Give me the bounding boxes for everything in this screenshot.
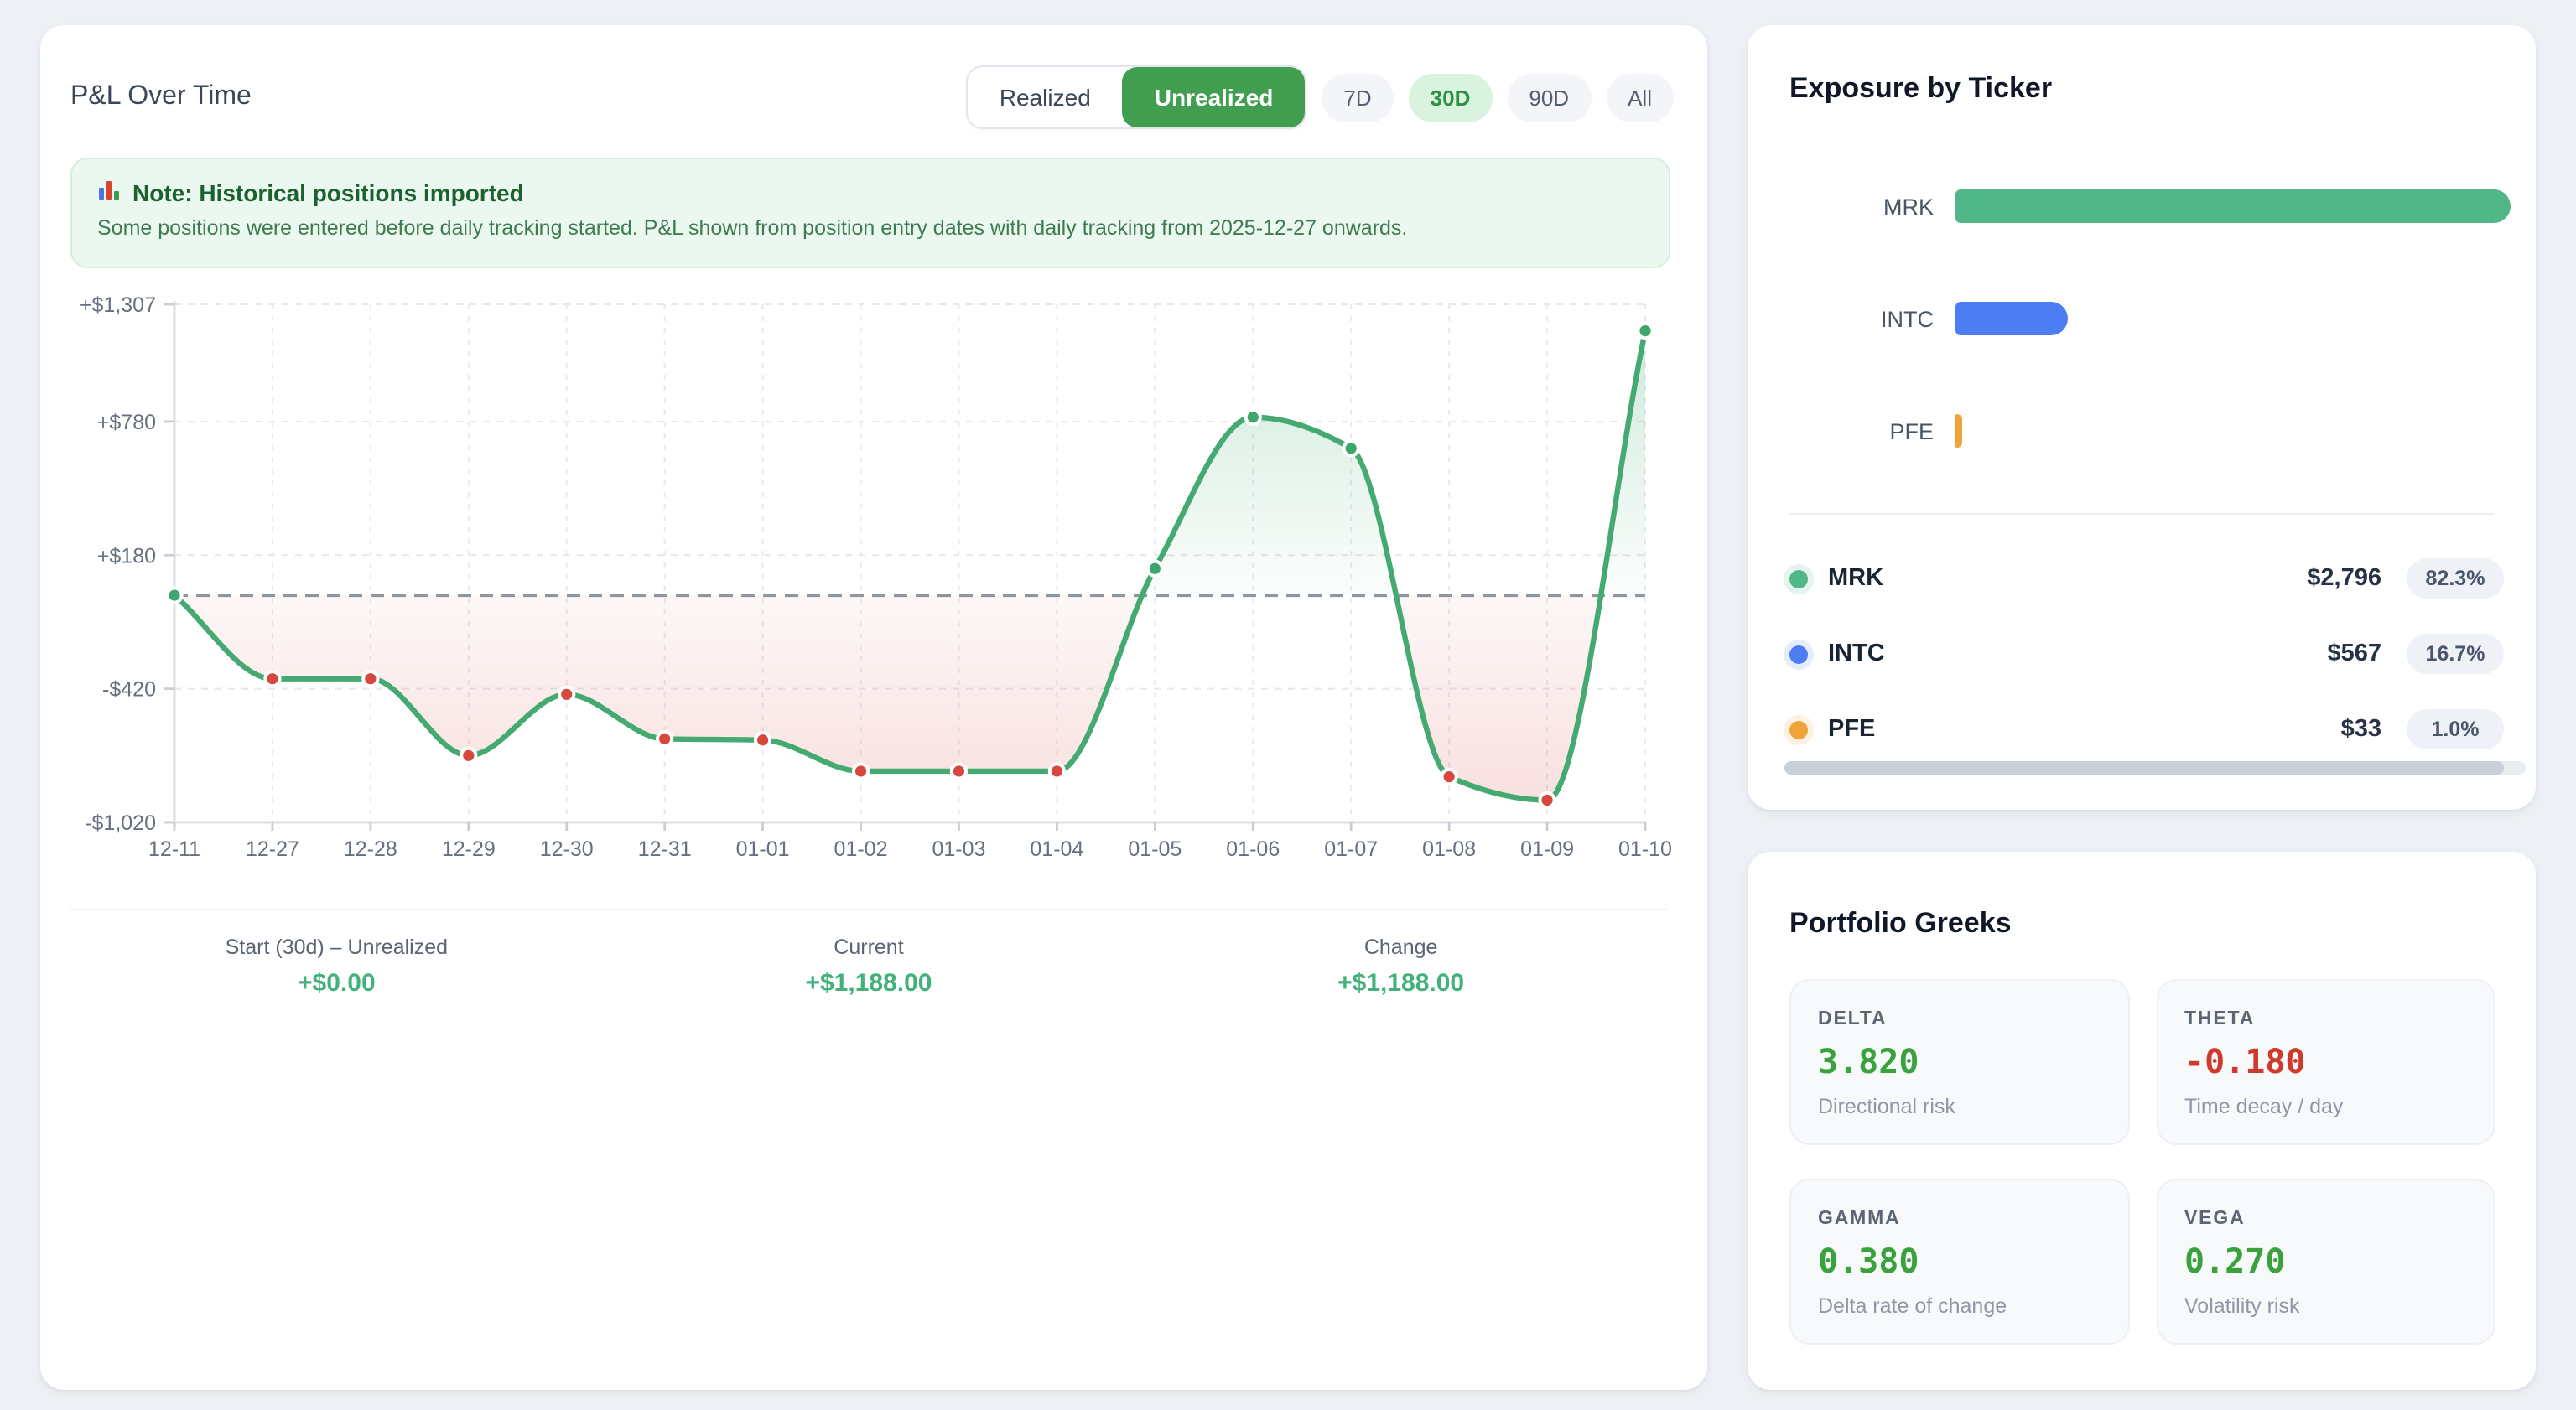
greek-desc: Delta rate of change: [1818, 1294, 2101, 1318]
legend-value: $567: [2327, 640, 2381, 667]
greeks-card-title: Portfolio Greeks: [1789, 907, 2012, 941]
dashboard: P&L Over Time Realized Unrealized 7D 30D…: [0, 0, 2576, 1410]
svg-text:01-08: 01-08: [1422, 837, 1476, 861]
greek-value: 3.820: [1818, 1041, 2101, 1081]
summary-start-value: +$0.00: [70, 969, 603, 998]
svg-text:12-28: 12-28: [344, 837, 397, 861]
greek-label: DELTA: [1818, 1009, 2101, 1029]
svg-text:01-06: 01-06: [1226, 837, 1280, 861]
summary-change-label: Change: [1135, 936, 1667, 959]
legend-pct-badge: 82.3%: [2407, 558, 2504, 599]
pnl-line-chart[interactable]: +$1,307 +$780 +$180 -$420 -$1,02012-11 12-27 1…: [40, 25, 1707, 880]
horizontal-scrollbar-thumb[interactable]: [1784, 761, 2503, 775]
bar-label-pfe: PFE: [1789, 418, 1955, 443]
bar-track: [1955, 189, 2511, 223]
greek-card-vega: VEGA 0.270 Volatility risk: [2156, 1179, 2496, 1345]
exposure-divider: [1789, 513, 2494, 515]
svg-text:+$1,307: +$1,307: [80, 293, 156, 317]
greek-desc: Volatility risk: [2184, 1294, 2467, 1318]
greek-value: 0.380: [1818, 1241, 2101, 1281]
svg-text:01-01: 01-01: [736, 837, 790, 861]
bar-fill-pfe[interactable]: [1955, 414, 1962, 448]
bar-label-intc: INTC: [1789, 306, 1955, 331]
legend-value: $2,796: [2307, 565, 2381, 592]
exposure-by-ticker-card: Exposure by Ticker MRK INTC PFE MRK $2,7…: [1748, 25, 2536, 810]
greek-value: 0.270: [2184, 1241, 2467, 1281]
greek-desc: Time decay / day: [2184, 1095, 2467, 1118]
legend-value: $33: [2341, 716, 2381, 743]
greek-card-delta: DELTA 3.820 Directional risk: [1789, 979, 2129, 1145]
summary-change-value: +$1,188.00: [1135, 969, 1667, 998]
svg-text:+$180: +$180: [97, 544, 156, 568]
portfolio-greeks-card: Portfolio Greeks DELTA 3.820 Directional…: [1748, 852, 2536, 1390]
bar-track: [1955, 414, 2511, 448]
pnl-over-time-card: P&L Over Time Realized Unrealized 7D 30D…: [40, 25, 1707, 1390]
legend-symbol: INTC: [1828, 640, 2327, 667]
svg-text:12-27: 12-27: [246, 837, 299, 861]
greeks-grid: DELTA 3.820 Directional risk THETA -0.18…: [1789, 979, 2496, 1345]
svg-text:01-02: 01-02: [834, 837, 888, 861]
greek-value: -0.180: [2184, 1041, 2467, 1081]
legend-symbol: MRK: [1828, 565, 2307, 592]
bar-row-intc: INTC: [1789, 302, 2511, 335]
greek-label: THETA: [2184, 1009, 2467, 1029]
greek-card-gamma: GAMMA 0.380 Delta rate of change: [1789, 1179, 2129, 1345]
summary-start-label: Start (30d) – Unrealized: [70, 936, 603, 959]
svg-text:01-05: 01-05: [1128, 837, 1182, 861]
greek-card-theta: THETA -0.180 Time decay / day: [2156, 979, 2496, 1145]
svg-text:12-31: 12-31: [638, 837, 692, 861]
legend-pct-badge: 16.7%: [2407, 634, 2504, 674]
bar-row-mrk: MRK: [1789, 189, 2511, 223]
greek-label: GAMMA: [1818, 1209, 2101, 1229]
summary-current-label: Current: [603, 936, 1135, 959]
bar-track: [1955, 302, 2511, 335]
legend-dot-pfe: [1789, 720, 1808, 739]
legend-row-pfe: PFE $33 1.0%: [1789, 706, 2504, 753]
exposure-card-title: Exposure by Ticker: [1789, 72, 2052, 106]
horizontal-scrollbar-track[interactable]: [1784, 761, 2526, 775]
exposure-legend: MRK $2,796 82.3% INTC $567 16.7% PFE $33…: [1789, 555, 2504, 781]
svg-text:12-29: 12-29: [442, 837, 496, 861]
svg-text:01-03: 01-03: [932, 837, 985, 861]
greek-desc: Directional risk: [1818, 1095, 2101, 1118]
bar-label-mrk: MRK: [1789, 194, 1955, 219]
bar-row-pfe: PFE: [1789, 414, 2511, 448]
chart-axis-labels: +$1,307 +$780 +$180 -$420 -$1,02012-11 12-27 1…: [80, 293, 1672, 861]
greek-label: VEGA: [2184, 1209, 2467, 1229]
summary-current: Current +$1,188.00: [603, 936, 1135, 998]
summary-current-value: +$1,188.00: [603, 969, 1135, 998]
svg-text:+$780: +$780: [97, 411, 156, 434]
svg-text:-$420: -$420: [102, 678, 156, 702]
svg-text:01-09: 01-09: [1520, 837, 1574, 861]
legend-row-intc: INTC $567 16.7%: [1789, 630, 2504, 677]
legend-dot-intc: [1789, 645, 1808, 663]
summary-change: Change +$1,188.00: [1135, 936, 1667, 998]
svg-text:01-07: 01-07: [1324, 837, 1378, 861]
summary-start: Start (30d) – Unrealized +$0.00: [70, 936, 603, 998]
svg-text:-$1,020: -$1,020: [85, 811, 156, 835]
legend-pct-badge: 1.0%: [2407, 709, 2504, 749]
pnl-summary-row: Start (30d) – Unrealized +$0.00 Current …: [70, 936, 1667, 998]
svg-text:01-10: 01-10: [1618, 837, 1672, 861]
summary-divider: [70, 909, 1667, 910]
svg-text:12-30: 12-30: [540, 837, 594, 861]
bar-fill-mrk[interactable]: [1955, 189, 2511, 223]
svg-text:01-04: 01-04: [1030, 837, 1083, 861]
legend-symbol: PFE: [1828, 716, 2341, 743]
exposure-bar-chart: MRK INTC PFE: [1789, 189, 2511, 526]
svg-text:12-11: 12-11: [148, 837, 200, 861]
bar-fill-intc[interactable]: [1955, 302, 2068, 335]
legend-row-mrk: MRK $2,796 82.3%: [1789, 555, 2504, 602]
legend-dot-mrk: [1789, 569, 1808, 588]
